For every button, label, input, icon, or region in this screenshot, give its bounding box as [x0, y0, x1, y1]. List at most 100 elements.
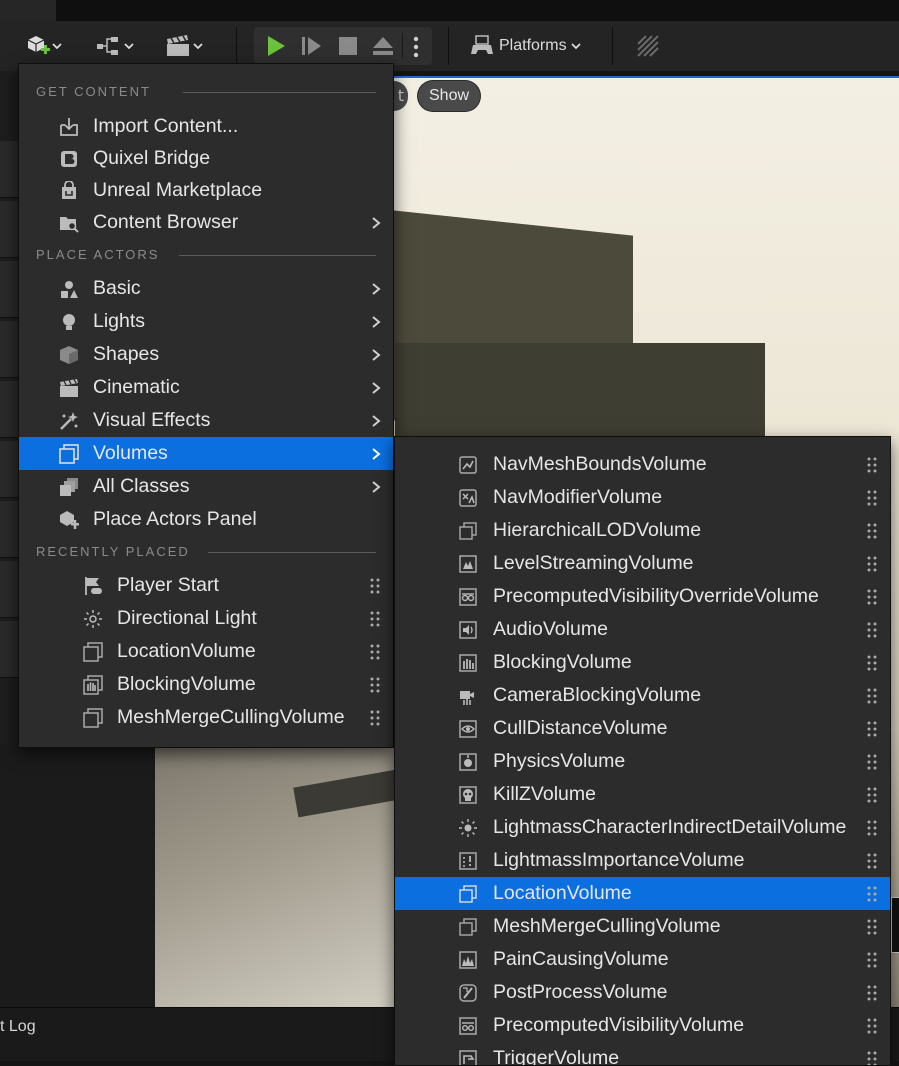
panel-row[interactable] — [0, 441, 18, 498]
output-log-tab[interactable]: t Log — [0, 1018, 36, 1036]
section-header-get-content: GET CONTENT — [36, 84, 151, 99]
panel-row[interactable] — [0, 321, 18, 378]
submenu-item-hierarchical-lod-volume[interactable]: HierarchicalLODVolume — [395, 514, 890, 547]
menu-item-label: Basic — [93, 272, 141, 305]
menu-item-unreal-marketplace[interactable]: Unreal Marketplace — [19, 174, 393, 207]
drag-handle-icon[interactable] — [866, 721, 878, 737]
drag-handle-icon[interactable] — [369, 710, 381, 726]
title-strip — [0, 0, 899, 21]
player-start-icon — [83, 576, 103, 596]
drag-handle-icon[interactable] — [866, 556, 878, 572]
submenu-item-location-volume[interactable]: LocationVolume — [395, 877, 890, 910]
blocking-volume-icon — [83, 675, 103, 695]
drag-handle-icon[interactable] — [866, 622, 878, 638]
stop-icon[interactable] — [337, 35, 359, 57]
menu-item-quixel-bridge[interactable]: Quixel Bridge — [19, 142, 393, 175]
drag-handle-icon[interactable] — [866, 853, 878, 869]
blueprint-button[interactable] — [96, 31, 136, 61]
recent-item-mesh-merge-culling-volume[interactable]: MeshMergeCullingVolume — [19, 701, 393, 734]
menu-item-lights[interactable]: Lights — [19, 305, 393, 338]
drag-handle-icon[interactable] — [866, 985, 878, 1001]
settings-grip-icon[interactable] — [636, 34, 660, 58]
drag-handle-icon[interactable] — [866, 754, 878, 770]
drag-handle-icon[interactable] — [866, 655, 878, 671]
panel-row[interactable] — [0, 381, 18, 438]
play-icon[interactable] — [265, 35, 287, 57]
drag-handle-icon[interactable] — [866, 1051, 878, 1066]
chevron-down-icon — [191, 39, 205, 53]
drag-handle-icon[interactable] — [866, 523, 878, 539]
toolbar-separator — [612, 27, 613, 65]
submenu-item-label: MeshMergeCullingVolume — [493, 910, 721, 943]
drag-handle-icon[interactable] — [866, 1018, 878, 1034]
menu-item-shapes[interactable]: Shapes — [19, 338, 393, 371]
volume-icon — [459, 885, 477, 903]
submenu-item-nav-mesh-bounds-volume[interactable]: NavMeshBoundsVolume — [395, 448, 890, 481]
submenu-item-lightmass-importance-volume[interactable]: LightmassImportanceVolume — [395, 844, 890, 877]
recent-item-player-start[interactable]: Player Start — [19, 569, 393, 602]
submenu-item-cull-distance-volume[interactable]: CullDistanceVolume — [395, 712, 890, 745]
drag-handle-icon[interactable] — [866, 589, 878, 605]
menu-item-import-content[interactable]: Import Content... — [19, 110, 393, 143]
panel-row[interactable] — [0, 261, 18, 318]
drag-handle-icon[interactable] — [369, 644, 381, 660]
submenu-item-camera-blocking-volume[interactable]: CameraBlockingVolume — [395, 679, 890, 712]
drag-handle-icon[interactable] — [866, 787, 878, 803]
toolbar-separator — [448, 27, 449, 65]
menu-item-cinematic[interactable]: Cinematic — [19, 371, 393, 404]
menu-item-volumes[interactable]: Volumes — [19, 437, 393, 470]
submenu-item-pain-causing-volume[interactable]: PainCausingVolume — [395, 943, 890, 976]
menu-item-label: All Classes — [93, 470, 189, 503]
panel-row[interactable] — [0, 141, 18, 198]
drag-handle-icon[interactable] — [369, 677, 381, 693]
more-options-icon[interactable] — [412, 36, 420, 58]
panel-row[interactable] — [0, 561, 18, 618]
nav-modifier-icon — [459, 489, 477, 507]
add-actor-button[interactable] — [26, 31, 64, 61]
submenu-item-mesh-merge-culling-volume[interactable]: MeshMergeCullingVolume — [395, 910, 890, 943]
skull-icon — [459, 786, 477, 804]
cinematics-button[interactable] — [165, 31, 205, 61]
menu-item-content-browser[interactable]: Content Browser — [19, 206, 393, 239]
submenu-item-audio-volume[interactable]: AudioVolume — [395, 613, 890, 646]
drag-handle-icon[interactable] — [369, 611, 381, 627]
drag-handle-icon[interactable] — [866, 688, 878, 704]
submenu-item-level-streaming-volume[interactable]: LevelStreamingVolume — [395, 547, 890, 580]
panel-row[interactable] — [0, 501, 18, 558]
platforms-button[interactable]: Platforms — [470, 31, 583, 61]
submenu-item-blocking-volume[interactable]: BlockingVolume — [395, 646, 890, 679]
drag-handle-icon[interactable] — [866, 919, 878, 935]
step-forward-icon[interactable] — [301, 35, 323, 57]
drag-handle-icon[interactable] — [866, 820, 878, 836]
recent-item-directional-light[interactable]: Directional Light — [19, 602, 393, 635]
recent-item-location-volume[interactable]: LocationVolume — [19, 635, 393, 668]
panel-row[interactable] — [0, 201, 18, 258]
right-edge-handle[interactable] — [891, 897, 899, 953]
submenu-item-precomputed-visibility-volume[interactable]: PrecomputedVisibilityVolume — [395, 1009, 890, 1042]
chevron-right-icon — [369, 348, 383, 362]
menu-item-all-classes[interactable]: All Classes — [19, 470, 393, 503]
title-tab[interactable] — [0, 0, 56, 21]
recent-item-blocking-volume[interactable]: BlockingVolume — [19, 668, 393, 701]
show-button[interactable]: Show — [418, 81, 480, 111]
panel-row[interactable] — [0, 621, 18, 678]
drag-handle-icon[interactable] — [866, 886, 878, 902]
submenu-item-trigger-volume[interactable]: TriggerVolume — [395, 1042, 890, 1066]
drag-handle-icon[interactable] — [866, 457, 878, 473]
volume-icon — [83, 708, 103, 728]
drag-handle-icon[interactable] — [866, 490, 878, 506]
chevron-down-icon — [122, 39, 136, 53]
submenu-item-kill-z-volume[interactable]: KillZVolume — [395, 778, 890, 811]
menu-item-place-actors-panel[interactable]: Place Actors Panel — [19, 503, 393, 536]
menu-item-visual-effects[interactable]: Visual Effects — [19, 404, 393, 437]
submenu-item-nav-modifier-volume[interactable]: NavModifierVolume — [395, 481, 890, 514]
submenu-item-physics-volume[interactable]: PhysicsVolume — [395, 745, 890, 778]
menu-item-basic[interactable]: Basic — [19, 272, 393, 305]
submenu-item-precomputed-visibility-override-volume[interactable]: PrecomputedVisibilityOverrideVolume — [395, 580, 890, 613]
submenu-item-post-process-volume[interactable]: PostProcessVolume — [395, 976, 890, 1009]
drag-handle-icon[interactable] — [369, 578, 381, 594]
submenu-item-lightmass-character-indirect-detail-volume[interactable]: LightmassCharacterIndirectDetailVolume — [395, 811, 890, 844]
eject-icon[interactable] — [371, 35, 395, 57]
directional-light-icon — [83, 609, 103, 629]
drag-handle-icon[interactable] — [866, 952, 878, 968]
